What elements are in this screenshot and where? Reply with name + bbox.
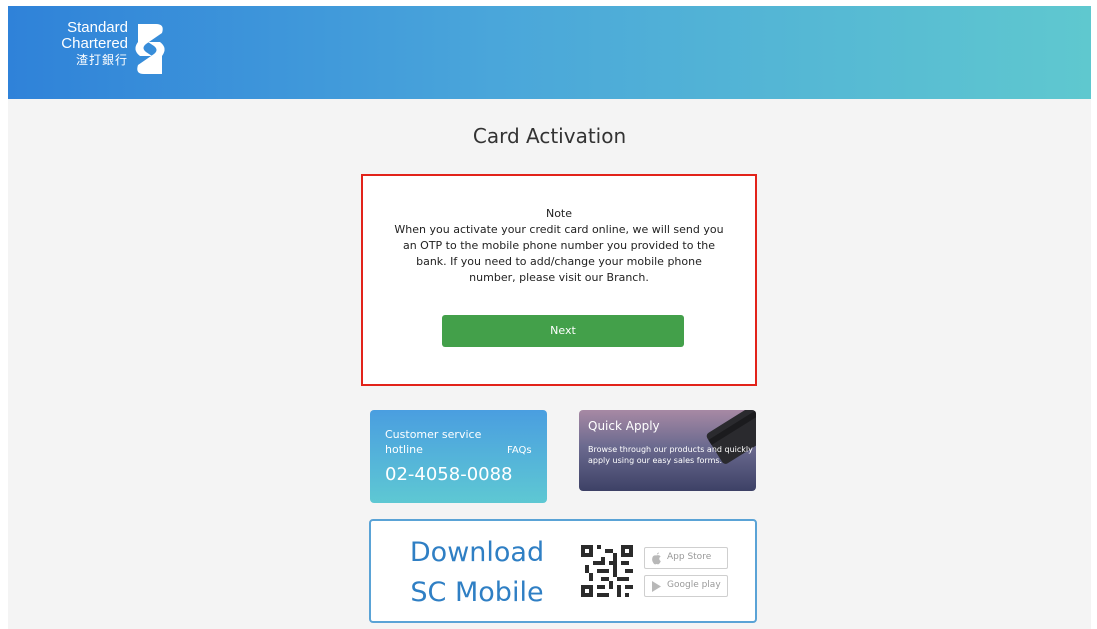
hotline-number[interactable]: 02-4058-0088 (385, 464, 513, 485)
logo-text: Standard Chartered 渣打銀行 (50, 20, 128, 68)
hotline-label-line2: hotline (385, 443, 423, 456)
logo-line-standard: Standard (67, 19, 128, 36)
header-banner: Standard Chartered 渣打銀行 (8, 6, 1091, 99)
app-store-label: App Store (667, 552, 712, 562)
activation-note-panel: Note When you activate your credit card … (361, 174, 757, 386)
logo-line-chinese: 渣打銀行 (75, 53, 128, 67)
quick-apply-title: Quick Apply (588, 419, 660, 433)
bank-logo[interactable]: Standard Chartered 渣打銀行 (50, 20, 210, 86)
google-play-button[interactable]: Google play (644, 575, 728, 597)
qr-code-icon (581, 545, 633, 597)
next-button[interactable]: Next (442, 315, 684, 347)
logo-line-chartered: Chartered (61, 35, 128, 52)
apple-icon (652, 552, 661, 565)
quick-apply-description: Browse through our products and quickly … (588, 445, 753, 465)
note-text: Note When you activate your credit card … (393, 206, 725, 286)
note-body: When you activate your credit card onlin… (394, 223, 724, 284)
customer-service-hotline-card[interactable]: Customer service hotline FAQs 02-4058-00… (370, 410, 547, 503)
hotline-label-line1: Customer service (385, 428, 482, 441)
faqs-link[interactable]: FAQs (507, 445, 532, 456)
quick-apply-card[interactable]: Quick Apply Browse through our products … (579, 410, 756, 491)
download-line2: SC Mobile (410, 577, 544, 608)
sc-logo-icon (135, 24, 165, 74)
download-sc-mobile-panel: Download SC Mobile App Store Google play (369, 519, 757, 623)
app-store-button[interactable]: App Store (644, 547, 728, 569)
page: Standard Chartered 渣打銀行 Card Activation … (8, 6, 1091, 629)
credit-card-image (706, 410, 756, 464)
google-play-label: Google play (667, 580, 721, 590)
page-title: Card Activation (472, 124, 627, 148)
hotline-label: Customer service hotline (385, 427, 481, 457)
download-heading: Download SC Mobile (389, 533, 565, 613)
google-play-icon (652, 581, 661, 592)
note-heading: Note (545, 207, 573, 220)
download-line1: Download (409, 537, 545, 568)
